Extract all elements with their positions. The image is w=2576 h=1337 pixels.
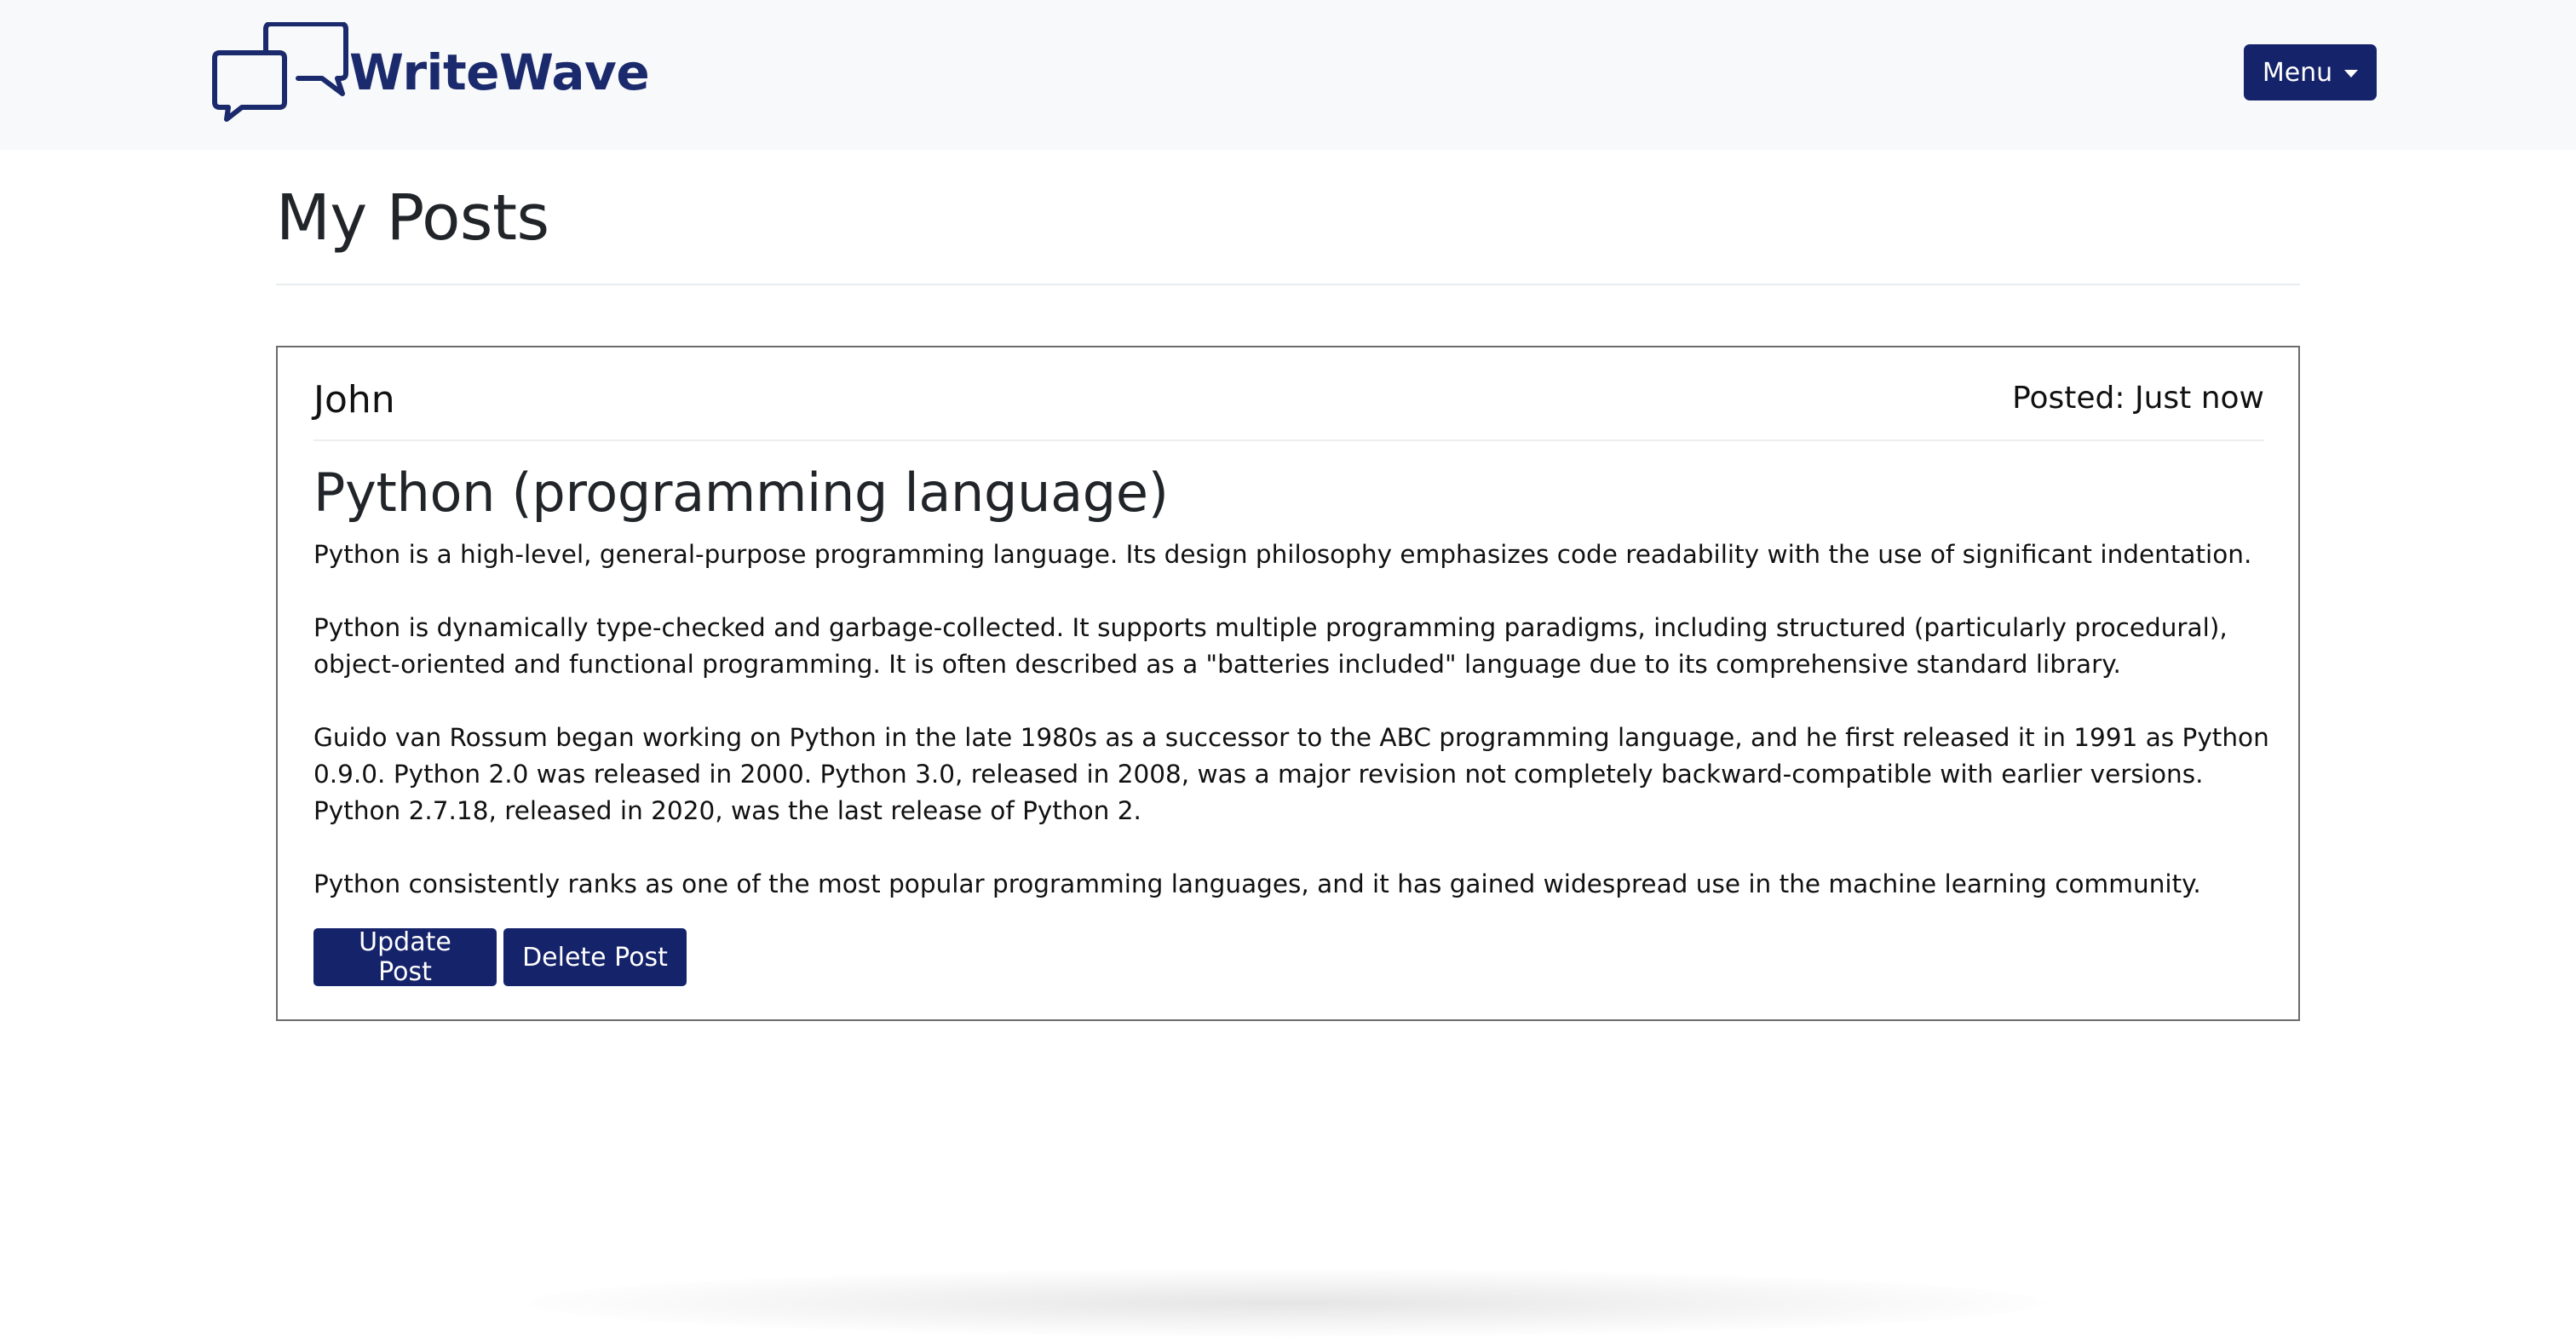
- title-divider: [276, 284, 2300, 285]
- chat-bubbles-icon: [212, 22, 348, 122]
- delete-post-button[interactable]: Delete Post: [503, 928, 687, 986]
- page-title: My Posts: [276, 181, 549, 255]
- navbar: WriteWave Menu: [0, 0, 2576, 150]
- post-title: Python (programming language): [313, 462, 1169, 524]
- caret-down-icon: [2344, 70, 2359, 77]
- menu-label: Menu: [2262, 57, 2333, 88]
- update-post-button[interactable]: Update Post: [313, 927, 497, 987]
- post-actions: Update Post Delete Post: [313, 927, 687, 987]
- post-body: Python is a high-level, general-purpose …: [313, 537, 2273, 939]
- post-author: John: [313, 378, 395, 422]
- post-card: John Posted: Just now Python (programmin…: [276, 346, 2300, 1021]
- footer-shadow: [528, 1269, 2044, 1337]
- brand-name: WriteWave: [349, 43, 650, 101]
- brand-link[interactable]: WriteWave: [210, 22, 650, 123]
- post-paragraph: Python is a high-level, general-purpose …: [313, 540, 2252, 569]
- post-paragraph: Python is dynamically type-checked and g…: [313, 613, 2228, 679]
- post-header-divider: [313, 439, 2264, 441]
- post-paragraph: Python consistently ranks as one of the …: [313, 869, 2201, 898]
- post-paragraph: Guido van Rossum began working on Python…: [313, 723, 2269, 825]
- menu-dropdown-button[interactable]: Menu: [2244, 44, 2377, 100]
- post-timestamp: Posted: Just now: [2012, 381, 2264, 416]
